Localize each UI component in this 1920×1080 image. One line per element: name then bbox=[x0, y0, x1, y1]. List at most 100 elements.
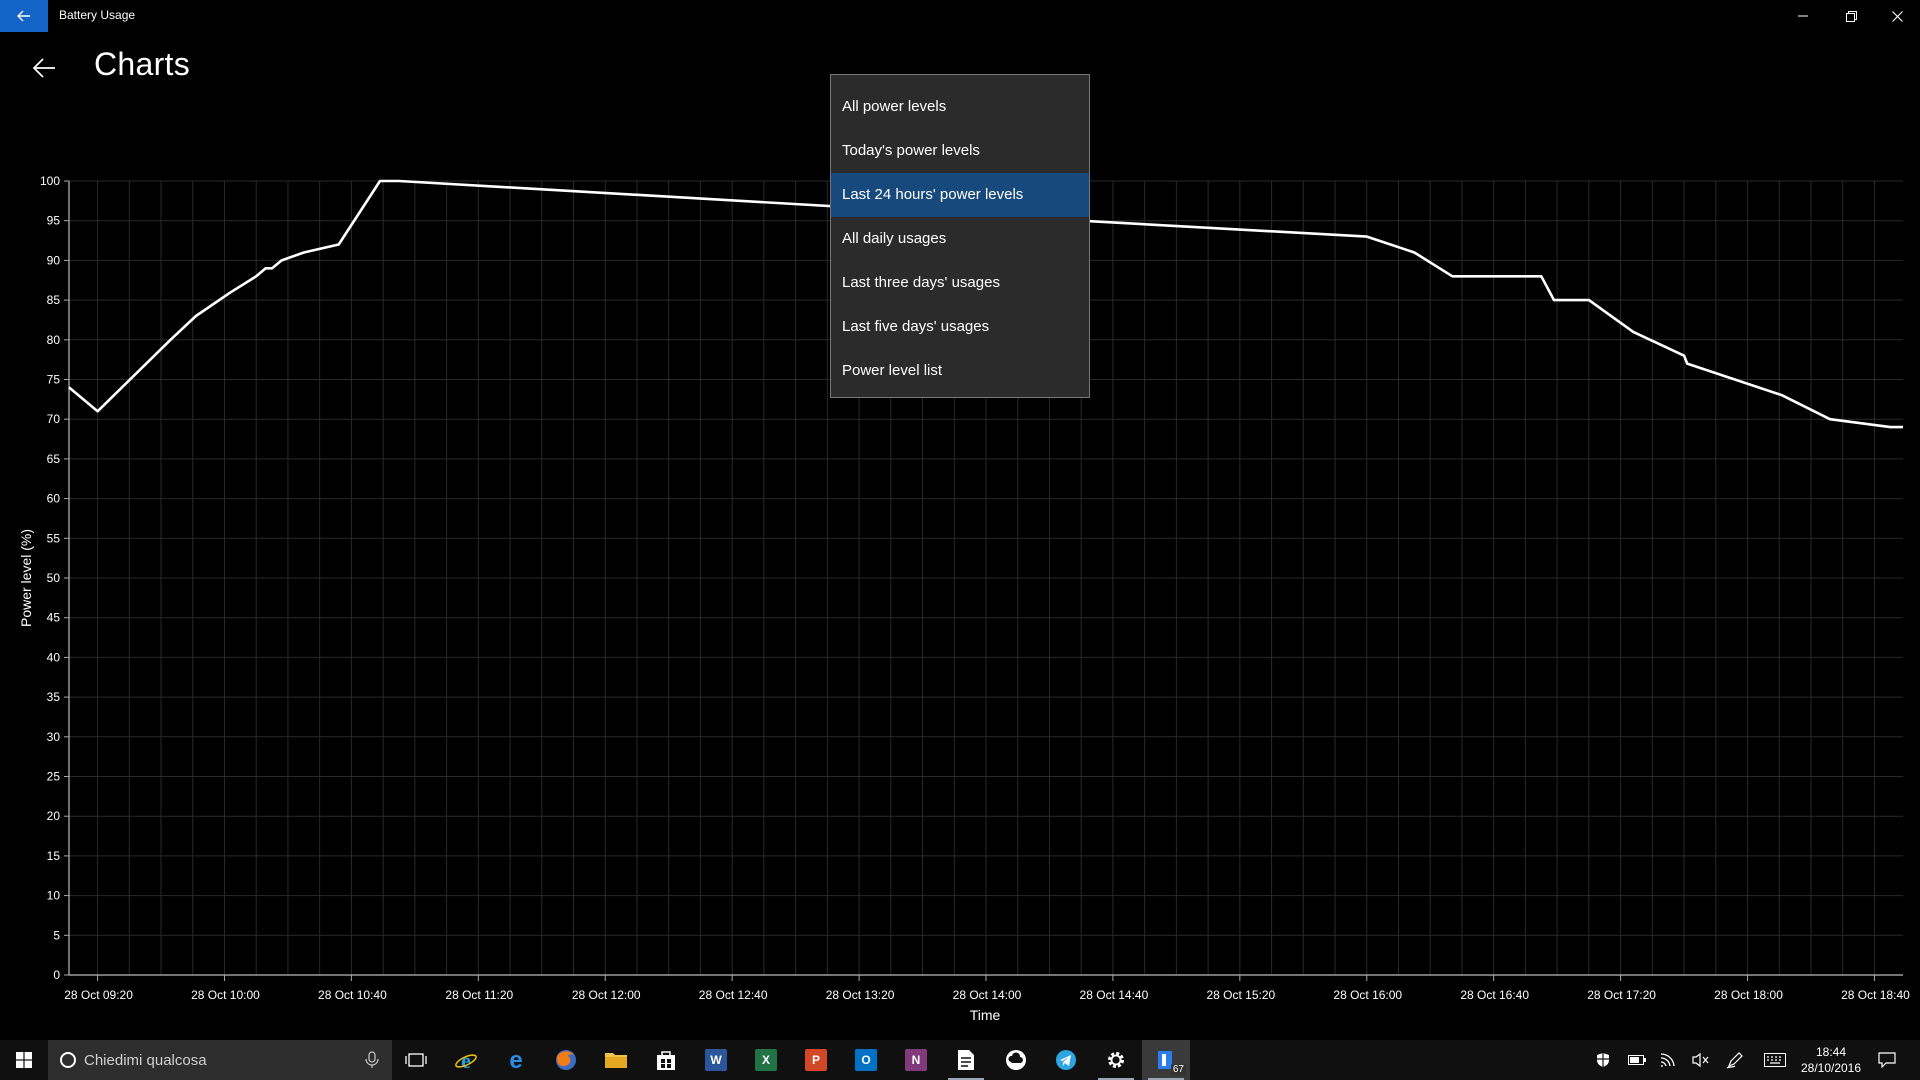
settings-button[interactable] bbox=[1092, 1040, 1140, 1080]
excel-button[interactable]: X bbox=[742, 1040, 790, 1080]
x-tick-label: 28 Oct 12:00 bbox=[572, 988, 641, 1002]
outlook-button[interactable]: O bbox=[842, 1040, 890, 1080]
action-center-button[interactable] bbox=[1872, 1040, 1902, 1080]
edge-button[interactable]: e bbox=[492, 1040, 540, 1080]
wifi-icon bbox=[1660, 1053, 1675, 1067]
y-axis-ticks: 0 5 10 15 20 25 30 35 40 45 50 55 60 65 70 75 80 85 90 95 10… bbox=[40, 174, 69, 982]
menu-item-all-power-levels[interactable]: All power levels bbox=[831, 85, 1089, 129]
word-button[interactable]: W bbox=[692, 1040, 740, 1080]
x-tick-label: 28 Oct 17:20 bbox=[1587, 988, 1656, 1002]
menu-item-todays-power-levels[interactable]: Today's power levels bbox=[831, 129, 1089, 173]
menu-item-last-three-days-usages[interactable]: Last three days' usages bbox=[831, 261, 1089, 305]
powerpoint-icon: P bbox=[805, 1049, 827, 1071]
svg-text:e: e bbox=[461, 1048, 471, 1072]
file-explorer-button[interactable] bbox=[592, 1040, 640, 1080]
x-tick-label: 28 Oct 13:20 bbox=[826, 988, 895, 1002]
telegram-button[interactable] bbox=[1042, 1040, 1090, 1080]
menu-item-power-level-list[interactable]: Power level list bbox=[831, 349, 1089, 393]
x-tick-label: 28 Oct 10:40 bbox=[318, 988, 387, 1002]
windows-defender-tray-button[interactable] bbox=[1588, 1040, 1618, 1080]
y-tick-label: 40 bbox=[47, 650, 61, 664]
y-tick-label: 10 bbox=[47, 889, 61, 903]
y-tick-label: 45 bbox=[47, 611, 61, 625]
y-tick-label: 35 bbox=[47, 690, 61, 704]
firefox-icon bbox=[556, 1050, 576, 1070]
y-tick-label: 70 bbox=[47, 412, 61, 426]
cloud-app-button[interactable] bbox=[992, 1040, 1040, 1080]
x-tick-label: 28 Oct 18:00 bbox=[1714, 988, 1783, 1002]
excel-icon: X bbox=[755, 1049, 777, 1071]
search-placeholder: Chiedimi qualcosa bbox=[84, 1052, 207, 1069]
y-tick-label: 15 bbox=[47, 849, 61, 863]
y-tick-label: 55 bbox=[47, 531, 61, 545]
windows-logo-icon bbox=[16, 1052, 32, 1068]
search-box[interactable]: Chiedimi qualcosa bbox=[48, 1040, 392, 1080]
y-tick-label: 50 bbox=[47, 571, 61, 585]
cortana-icon bbox=[60, 1052, 76, 1068]
firefox-button[interactable] bbox=[542, 1040, 590, 1080]
system-clock[interactable]: 18:44 28/10/2016 bbox=[1792, 1044, 1870, 1076]
y-tick-label: 95 bbox=[47, 214, 61, 228]
y-tick-label: 0 bbox=[53, 968, 60, 982]
telegram-icon bbox=[1056, 1050, 1076, 1070]
outlook-icon: O bbox=[855, 1049, 877, 1071]
x-tick-label: 28 Oct 15:20 bbox=[1206, 988, 1275, 1002]
battery-usage-app-button[interactable]: 67 bbox=[1142, 1040, 1190, 1080]
shield-icon bbox=[1597, 1053, 1609, 1067]
y-tick-label: 75 bbox=[47, 373, 61, 387]
task-view-icon bbox=[405, 1053, 427, 1067]
x-tick-label: 28 Oct 12:40 bbox=[699, 988, 768, 1002]
taskbar: Chiedimi qualcosa e e W X P O N 67 18:44… bbox=[0, 1040, 1920, 1080]
clock-time: 18:44 bbox=[1815, 1045, 1847, 1059]
touch-keyboard-tray-button[interactable] bbox=[1760, 1040, 1790, 1080]
document-app-button[interactable] bbox=[942, 1040, 990, 1080]
edge-icon: e bbox=[509, 1048, 522, 1072]
menu-item-last-24-hours-power-levels[interactable]: Last 24 hours' power levels bbox=[831, 173, 1089, 217]
x-tick-label: 28 Oct 16:40 bbox=[1460, 988, 1529, 1002]
battery-status-icon bbox=[1628, 1055, 1646, 1065]
pen-icon bbox=[1726, 1052, 1743, 1069]
notification-icon bbox=[1878, 1052, 1896, 1068]
x-tick-label: 28 Oct 14:00 bbox=[953, 988, 1022, 1002]
y-tick-label: 5 bbox=[53, 928, 60, 942]
y-tick-label: 90 bbox=[47, 253, 61, 267]
volume-tray-button[interactable] bbox=[1686, 1040, 1716, 1080]
svg-text:e: e bbox=[509, 1048, 522, 1072]
x-tick-label: 28 Oct 10:00 bbox=[191, 988, 260, 1002]
y-tick-label: 30 bbox=[47, 730, 61, 744]
gear-icon bbox=[1108, 1052, 1124, 1068]
onenote-icon: N bbox=[905, 1049, 927, 1071]
document-icon bbox=[958, 1050, 974, 1070]
y-tick-label: 20 bbox=[47, 809, 61, 823]
x-axis-ticks: 28 Oct 09:20 28 Oct 10:00 28 Oct 10:40 28 O… bbox=[64, 975, 1910, 1002]
x-axis-label: Time bbox=[970, 1007, 1001, 1023]
y-tick-label: 80 bbox=[47, 333, 61, 347]
menu-item-all-daily-usages[interactable]: All daily usages bbox=[831, 217, 1089, 261]
cloud-icon bbox=[1006, 1050, 1026, 1070]
start-button[interactable] bbox=[0, 1040, 48, 1080]
clock-date: 28/10/2016 bbox=[1800, 1061, 1862, 1075]
chart-type-menu: All power levels Today's power levels La… bbox=[830, 74, 1090, 398]
microphone-icon[interactable] bbox=[362, 1050, 382, 1070]
y-tick-label: 25 bbox=[47, 770, 61, 784]
store-button[interactable] bbox=[642, 1040, 690, 1080]
x-tick-label: 28 Oct 14:40 bbox=[1080, 988, 1149, 1002]
shopping-bag-icon bbox=[657, 1051, 675, 1070]
y-tick-label: 85 bbox=[47, 293, 61, 307]
menu-item-last-five-days-usages[interactable]: Last five days' usages bbox=[831, 305, 1089, 349]
folder-icon bbox=[605, 1053, 627, 1068]
powerpoint-button[interactable]: P bbox=[792, 1040, 840, 1080]
battery-usage-window: Battery Usage Charts 0 5 10 15 20 25 30 35 40 45 5… bbox=[0, 0, 1920, 1080]
y-tick-label: 60 bbox=[47, 492, 61, 506]
y-tick-label: 100 bbox=[40, 174, 60, 188]
pen-tray-button[interactable] bbox=[1720, 1040, 1750, 1080]
network-tray-button[interactable] bbox=[1654, 1040, 1684, 1080]
y-axis-label: Power level (%) bbox=[18, 529, 34, 627]
battery-tray-button[interactable] bbox=[1622, 1040, 1652, 1080]
x-tick-label: 28 Oct 18:40 bbox=[1841, 988, 1910, 1002]
onenote-button[interactable]: N bbox=[892, 1040, 940, 1080]
task-view-button[interactable] bbox=[392, 1040, 440, 1080]
x-tick-label: 28 Oct 16:00 bbox=[1333, 988, 1402, 1002]
internet-explorer-icon: e bbox=[455, 1048, 477, 1072]
internet-explorer-button[interactable]: e bbox=[442, 1040, 490, 1080]
